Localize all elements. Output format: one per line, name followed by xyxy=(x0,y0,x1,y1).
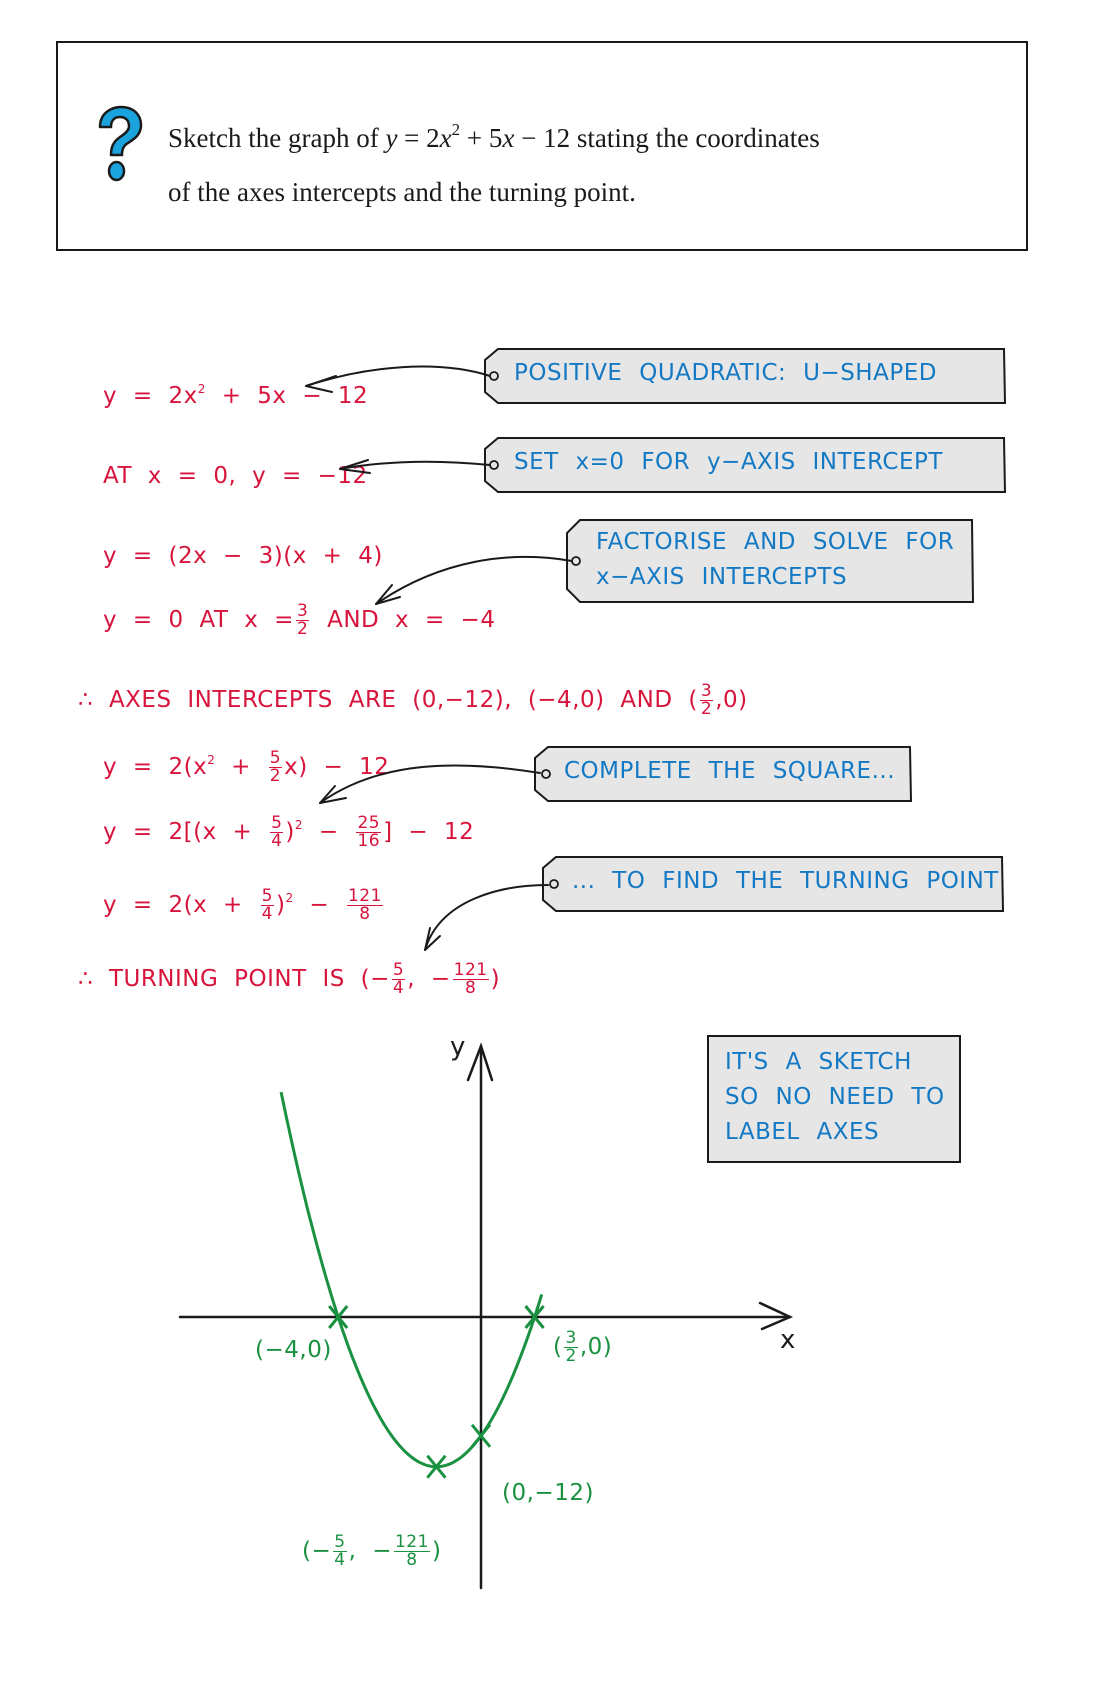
fraction: 32 xyxy=(564,1330,578,1366)
lbl-a: ( xyxy=(553,1334,563,1360)
label-x-intercept-left: (−4,0) xyxy=(255,1337,332,1363)
fraction: 54 xyxy=(333,1534,347,1570)
lbl-b: ,0) xyxy=(579,1334,613,1360)
fraction: 121 8 xyxy=(393,1534,430,1570)
y-axis-label: y xyxy=(450,1032,465,1062)
lbl-b: , − xyxy=(348,1538,392,1564)
graph-sketch: x y xyxy=(178,1032,795,1590)
label-y-intercept: (0,−12) xyxy=(502,1480,594,1506)
frac-den: 4 xyxy=(334,1550,346,1570)
frac-den: 2 xyxy=(565,1346,577,1366)
x-axis-label: x xyxy=(780,1325,795,1355)
lbl-a: (− xyxy=(302,1538,332,1564)
label-x-intercept-right: (3 2,0) xyxy=(553,1330,612,1365)
lbl-c: ) xyxy=(431,1538,442,1564)
parabola-curve xyxy=(279,1091,544,1469)
frac-den: 8 xyxy=(406,1550,418,1570)
label-turning-point: (− 5 4, −121 8) xyxy=(302,1534,441,1569)
